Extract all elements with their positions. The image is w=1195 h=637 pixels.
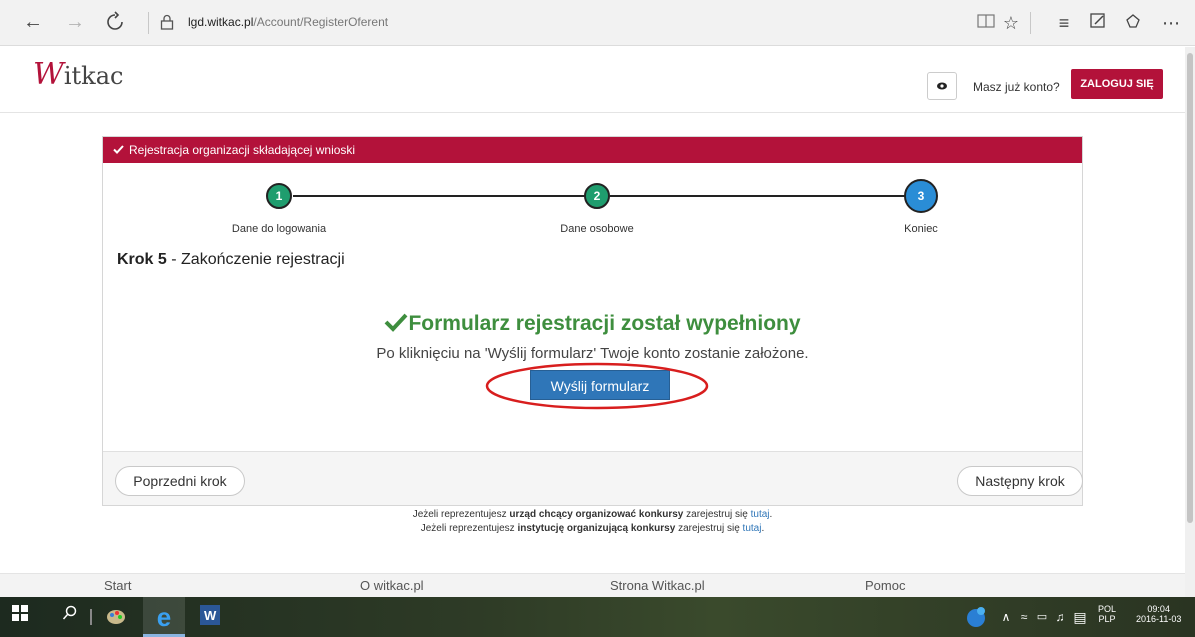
step-3-label: Koniec — [904, 223, 938, 235]
word-app-icon[interactable]: W — [198, 605, 222, 629]
next-step-button[interactable]: Następny krok — [957, 466, 1083, 496]
footer-link-about[interactable]: O witkac.pl — [360, 578, 424, 593]
address-separator — [148, 12, 149, 34]
panel-title: Rejestracja organizacji składającej wnio… — [129, 143, 356, 157]
share-icon[interactable] — [1122, 12, 1144, 34]
red-ellipse-annotation — [485, 362, 709, 410]
refresh-icon[interactable] — [104, 11, 126, 33]
url-path: /Account/RegisterOferent — [253, 15, 389, 29]
footer-link-help[interactable]: Pomoc — [865, 578, 905, 593]
windows-start-icon[interactable] — [8, 605, 32, 629]
more-menu-icon[interactable]: ⋯ — [1160, 12, 1182, 34]
office-register-link[interactable]: tutaj — [751, 509, 770, 520]
lock-icon — [160, 14, 174, 30]
step-connector-1 — [293, 195, 600, 197]
check-icon — [113, 137, 124, 163]
input-language[interactable]: POL PLP — [1098, 604, 1116, 624]
previous-step-button[interactable]: Poprzedni krok — [115, 466, 245, 496]
success-title: Formularz rejestracji został wypełniony — [103, 312, 1082, 336]
paint-app-icon[interactable] — [104, 605, 128, 629]
clock[interactable]: 09:04 2016-11-03 — [1136, 604, 1181, 624]
step-title: Krok 5 - Zakończenie rejestracji — [117, 251, 345, 268]
reading-view-icon[interactable] — [975, 12, 997, 34]
already-have-account-text: Masz już konto? — [973, 80, 1060, 94]
institution-register-link[interactable]: tutaj — [743, 523, 762, 534]
site-footer: Start O witkac.pl Strona Witkac.pl Pomoc — [0, 573, 1185, 597]
registration-info: Jeżeli reprezentujesz urząd chcący organ… — [0, 508, 1185, 536]
step-2-circle: 2 — [584, 183, 610, 209]
step-connector-2 — [610, 195, 910, 197]
step-1-circle: 1 — [266, 183, 292, 209]
windows-taskbar: e W ∧ ≈ ▭ ♫ ▤ POL PLP 09:04 2016-11-03 — [0, 597, 1195, 637]
url-domain: lgd.witkac.pl — [188, 15, 254, 29]
eye-icon[interactable] — [927, 72, 957, 100]
registration-panel: Rejestracja organizacji składającej wnio… — [102, 136, 1083, 506]
web-note-icon[interactable] — [1087, 12, 1109, 34]
success-description: Po kliknięciu na 'Wyślij formularz' Twoj… — [376, 345, 809, 362]
taskbar-separator — [90, 609, 92, 625]
browser-toolbar: ← → lgd.witkac.pl/Account/RegisterOferen… — [0, 0, 1195, 46]
step-1-label: Dane do logowania — [231, 223, 327, 235]
info-line-institution: Jeżeli reprezentujesz instytucję organiz… — [420, 523, 765, 534]
success-check-icon — [385, 313, 408, 332]
info-line-office: Jeżeli reprezentujesz urząd chcący organ… — [412, 509, 773, 520]
favorite-star-icon[interactable]: ☆ — [1000, 12, 1022, 34]
panel-footer: Poprzedni krok Następny krok — [103, 451, 1083, 505]
step-2-label: Dane osobowe — [560, 223, 634, 235]
site-header: Witkac Masz już konto? ZALOGUJ SIĘ — [0, 47, 1185, 113]
toolbar-separator — [1030, 12, 1031, 34]
step-3-circle: 3 — [904, 179, 938, 213]
page-viewport: Witkac Masz już konto? ZALOGUJ SIĘ Rejes… — [0, 47, 1195, 597]
back-arrow-icon[interactable]: ← — [22, 11, 44, 33]
panel-header: Rejestracja organizacji składającej wnio… — [103, 137, 1082, 163]
footer-link-start[interactable]: Start — [104, 578, 131, 593]
scroll-thumb[interactable] — [1187, 53, 1193, 523]
footer-link-site[interactable]: Strona Witkac.pl — [610, 578, 705, 593]
search-icon[interactable] — [58, 605, 82, 629]
action-center-icon[interactable]: ▤ — [1068, 605, 1092, 629]
svg-text:W: W — [204, 608, 217, 623]
login-button[interactable]: ZALOGUJ SIĘ — [1071, 69, 1163, 99]
hub-icon[interactable]: ≡ — [1053, 12, 1075, 34]
edge-browser-icon[interactable]: e — [152, 604, 176, 630]
witkac-logo[interactable]: Witkac — [33, 57, 123, 92]
scrollbar[interactable] — [1185, 47, 1195, 597]
address-bar[interactable]: lgd.witkac.pl/Account/RegisterOferent — [188, 15, 388, 29]
notification-app-icon[interactable] — [964, 605, 988, 629]
forward-arrow-icon[interactable]: → — [64, 11, 86, 33]
